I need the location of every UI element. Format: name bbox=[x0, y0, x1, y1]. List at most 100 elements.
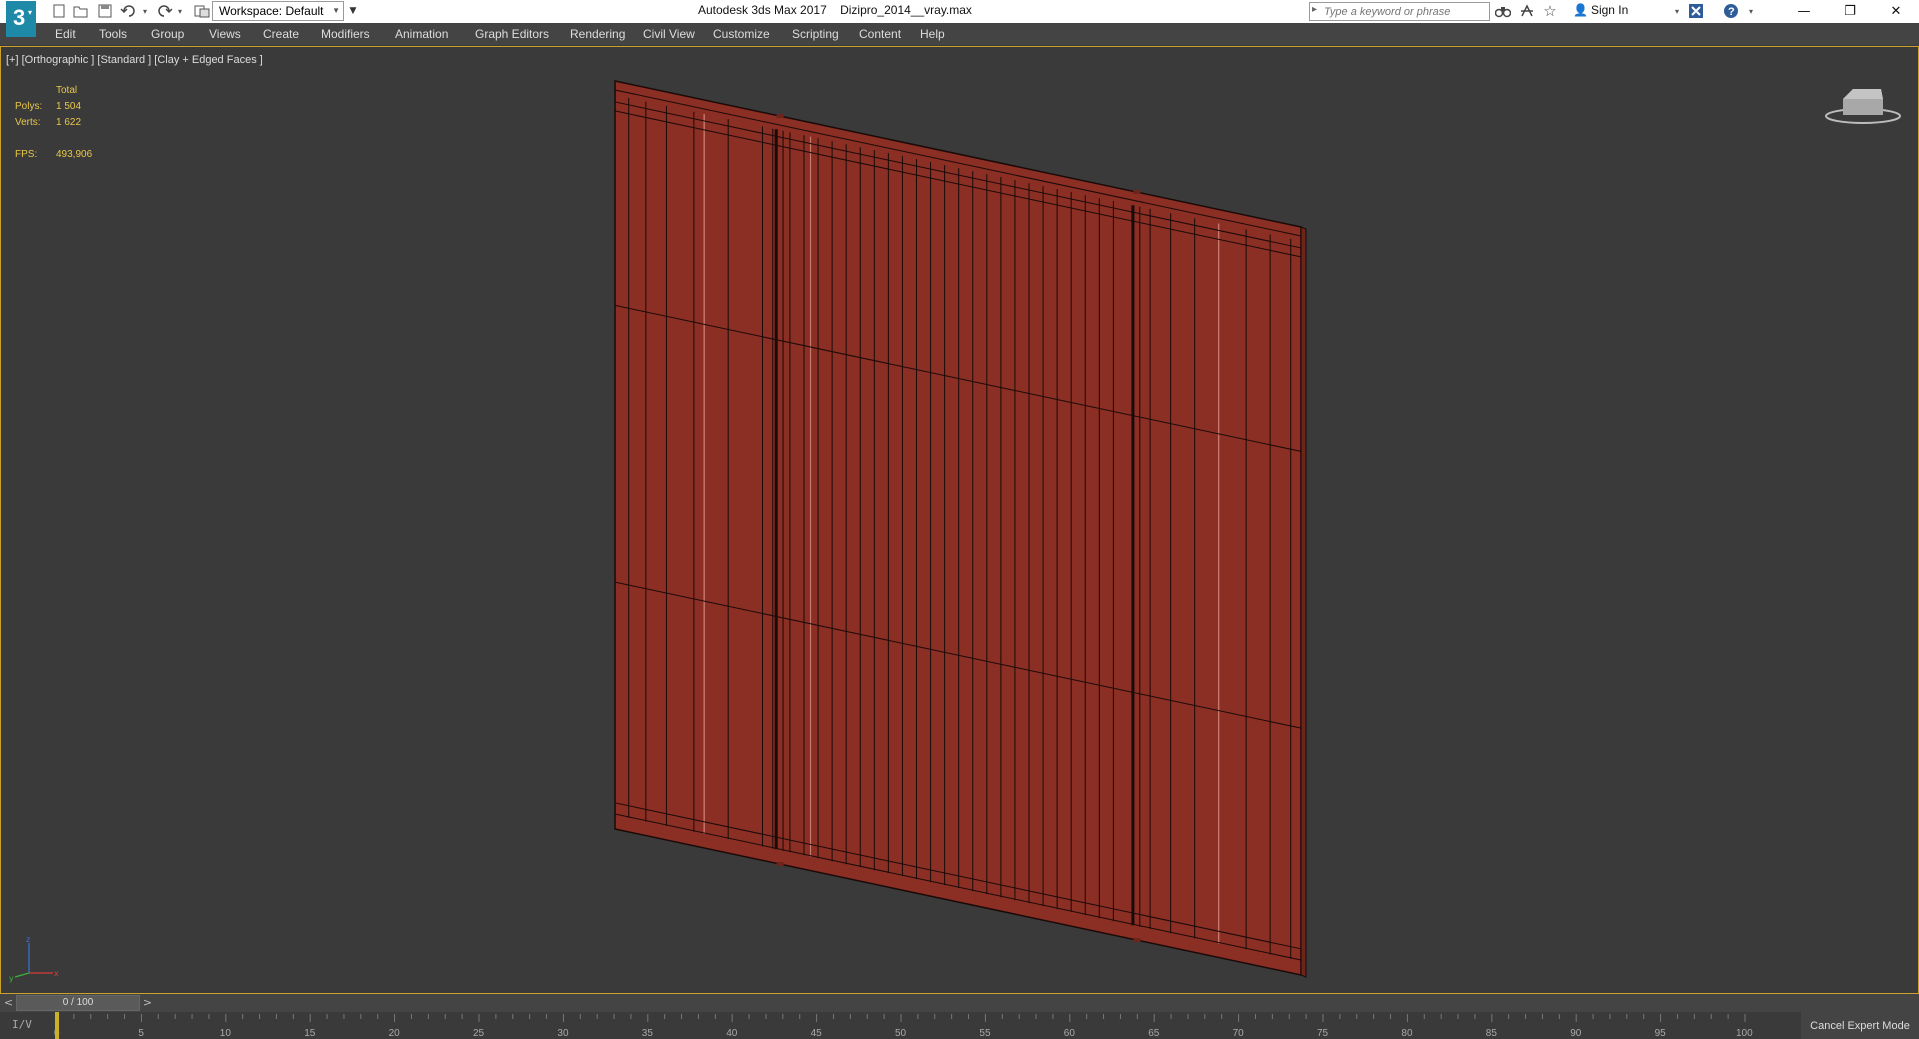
ruler-label: 85 bbox=[1486, 1028, 1498, 1039]
svg-text:y: y bbox=[9, 974, 14, 983]
viewport-label-menu[interactable]: [+] [Orthographic ] [Standard ] [Clay + … bbox=[6, 54, 263, 66]
menu-scripting[interactable]: Scripting bbox=[792, 27, 839, 41]
ruler-label: 35 bbox=[642, 1028, 654, 1039]
viewport-perspective[interactable]: [+] [Orthographic ] [Standard ] [Clay + … bbox=[0, 46, 1919, 994]
ruler-label: 65 bbox=[1148, 1028, 1160, 1039]
fps-value: 493,906 bbox=[56, 149, 93, 160]
stats-header: Total bbox=[56, 85, 78, 96]
communication-center-icon[interactable] bbox=[1518, 2, 1536, 20]
favorites-star-icon[interactable]: ☆ bbox=[1541, 2, 1559, 20]
menu-create[interactable]: Create bbox=[263, 27, 299, 41]
ruler-label: 100 bbox=[1736, 1028, 1753, 1039]
next-frame-button[interactable]: > bbox=[141, 995, 154, 1010]
sign-in-dropdown-icon[interactable]: ▾ bbox=[1668, 2, 1686, 20]
ruler-label: 10 bbox=[220, 1028, 232, 1039]
title-bar: 3 ▾ ▾ ▾ Workspace: Default ▼ ▼ Autodesk … bbox=[0, 0, 1919, 37]
time-slider[interactable]: 0 / 100 bbox=[16, 995, 140, 1011]
ruler-label: 70 bbox=[1233, 1028, 1245, 1039]
minimize-button[interactable]: — bbox=[1781, 0, 1827, 23]
ruler-label: 45 bbox=[811, 1028, 823, 1039]
window-title: Autodesk 3ds Max 2017 Dizipro_2014__vray… bbox=[698, 3, 972, 17]
binoculars-icon[interactable] bbox=[1494, 2, 1512, 20]
cancel-expert-mode-button[interactable]: Cancel Expert Mode bbox=[1801, 1012, 1919, 1039]
save-icon[interactable] bbox=[96, 2, 114, 20]
ruler-label: 20 bbox=[389, 1028, 401, 1039]
panel-joint bbox=[776, 114, 784, 119]
track-bar-mini-curve-icon[interactable]: I/V bbox=[12, 1018, 32, 1031]
verts-value: 1 622 bbox=[56, 117, 82, 128]
help-icon[interactable]: ? bbox=[1722, 2, 1740, 20]
help-dropdown-icon[interactable]: ▾ bbox=[1742, 2, 1760, 20]
polys-value: 1 504 bbox=[56, 101, 82, 112]
menu-bar: Edit Tools Group Views Create Modifiers … bbox=[0, 23, 1919, 46]
ruler-label: 80 bbox=[1401, 1028, 1413, 1039]
track-bar[interactable]: 0510152025303540455055606570758085909510… bbox=[0, 1012, 1919, 1039]
menu-customize[interactable]: Customize bbox=[713, 27, 770, 41]
ruler-label: 90 bbox=[1570, 1028, 1582, 1039]
menu-edit[interactable]: Edit bbox=[55, 27, 76, 41]
undo-icon[interactable] bbox=[120, 2, 138, 20]
sign-in-button[interactable]: 👤 Sign In bbox=[1573, 3, 1628, 17]
app-logo-icon[interactable]: 3 ▾ bbox=[6, 1, 40, 39]
ruler-label: 25 bbox=[473, 1028, 485, 1039]
panel-joint bbox=[1133, 937, 1141, 942]
svg-text:?: ? bbox=[1728, 6, 1735, 18]
frame-ruler[interactable]: 0510152025303540455055606570758085909510… bbox=[0, 1012, 1801, 1039]
scene-model[interactable] bbox=[1, 47, 1918, 993]
axis-tripod-icon: z x y bbox=[9, 935, 59, 985]
restore-button[interactable]: ❐ bbox=[1827, 0, 1873, 23]
workspace-label: Workspace: Default bbox=[219, 4, 324, 18]
time-slider-bar: < 0 / 100 > bbox=[0, 994, 1919, 1012]
panel-body bbox=[614, 80, 1302, 976]
menu-group[interactable]: Group bbox=[151, 27, 184, 41]
ruler-label: 15 bbox=[304, 1028, 316, 1039]
polys-label: Polys: bbox=[15, 101, 43, 112]
ruler-label: 75 bbox=[1317, 1028, 1329, 1039]
chevron-right-icon[interactable]: ▸ bbox=[1312, 4, 1317, 15]
ruler-label: 5 bbox=[138, 1028, 144, 1039]
menu-animation[interactable]: Animation bbox=[395, 27, 448, 41]
undo-dropdown-icon[interactable]: ▾ bbox=[140, 2, 150, 20]
ruler-label: 55 bbox=[979, 1028, 991, 1039]
quick-access-customize-icon[interactable]: ▼ bbox=[346, 2, 360, 20]
search-input[interactable] bbox=[1324, 3, 1488, 20]
menu-tools[interactable]: Tools bbox=[99, 27, 127, 41]
svg-text:▾: ▾ bbox=[28, 8, 32, 17]
menu-modifiers[interactable]: Modifiers bbox=[321, 27, 370, 41]
panel-joint bbox=[1133, 189, 1141, 194]
menu-rendering[interactable]: Rendering bbox=[570, 27, 625, 41]
fps-label: FPS: bbox=[15, 149, 38, 160]
sign-in-label: Sign In bbox=[1590, 3, 1629, 17]
workspace-dropdown[interactable]: Workspace: Default ▼ bbox=[212, 1, 344, 21]
app-title: Autodesk 3ds Max 2017 bbox=[698, 3, 827, 17]
previous-frame-button[interactable]: < bbox=[2, 995, 15, 1010]
menu-views[interactable]: Views bbox=[209, 27, 241, 41]
new-file-icon[interactable] bbox=[50, 2, 68, 20]
project-folder-icon[interactable] bbox=[193, 2, 211, 20]
svg-text:z: z bbox=[26, 935, 30, 944]
ruler-label: 95 bbox=[1655, 1028, 1667, 1039]
viewcube-icon[interactable] bbox=[1823, 81, 1903, 127]
panel-joint bbox=[776, 862, 784, 867]
menu-content[interactable]: Content bbox=[859, 27, 901, 41]
close-button[interactable]: ✕ bbox=[1873, 0, 1919, 23]
menu-civil-view[interactable]: Civil View bbox=[643, 27, 695, 41]
app-logo-text: 3 bbox=[13, 5, 25, 30]
file-name: Dizipro_2014__vray.max bbox=[840, 3, 972, 17]
open-file-icon[interactable] bbox=[72, 2, 90, 20]
user-icon: 👤 bbox=[1573, 3, 1588, 17]
ruler-label: 40 bbox=[726, 1028, 738, 1039]
menu-help[interactable]: Help bbox=[920, 27, 945, 41]
chevron-down-icon: ▼ bbox=[332, 6, 340, 15]
panel-side bbox=[1300, 226, 1307, 978]
svg-text:x: x bbox=[54, 969, 59, 978]
redo-icon[interactable] bbox=[155, 2, 173, 20]
ruler-label: 30 bbox=[557, 1028, 569, 1039]
redo-dropdown-icon[interactable]: ▾ bbox=[175, 2, 185, 20]
search-box[interactable]: ▸ bbox=[1309, 2, 1490, 21]
current-frame-marker bbox=[55, 1012, 59, 1039]
ruler-label: 60 bbox=[1064, 1028, 1076, 1039]
menu-graph-editors[interactable]: Graph Editors bbox=[475, 27, 549, 41]
autodesk-exchange-icon[interactable] bbox=[1687, 2, 1705, 20]
verts-label: Verts: bbox=[15, 117, 41, 128]
